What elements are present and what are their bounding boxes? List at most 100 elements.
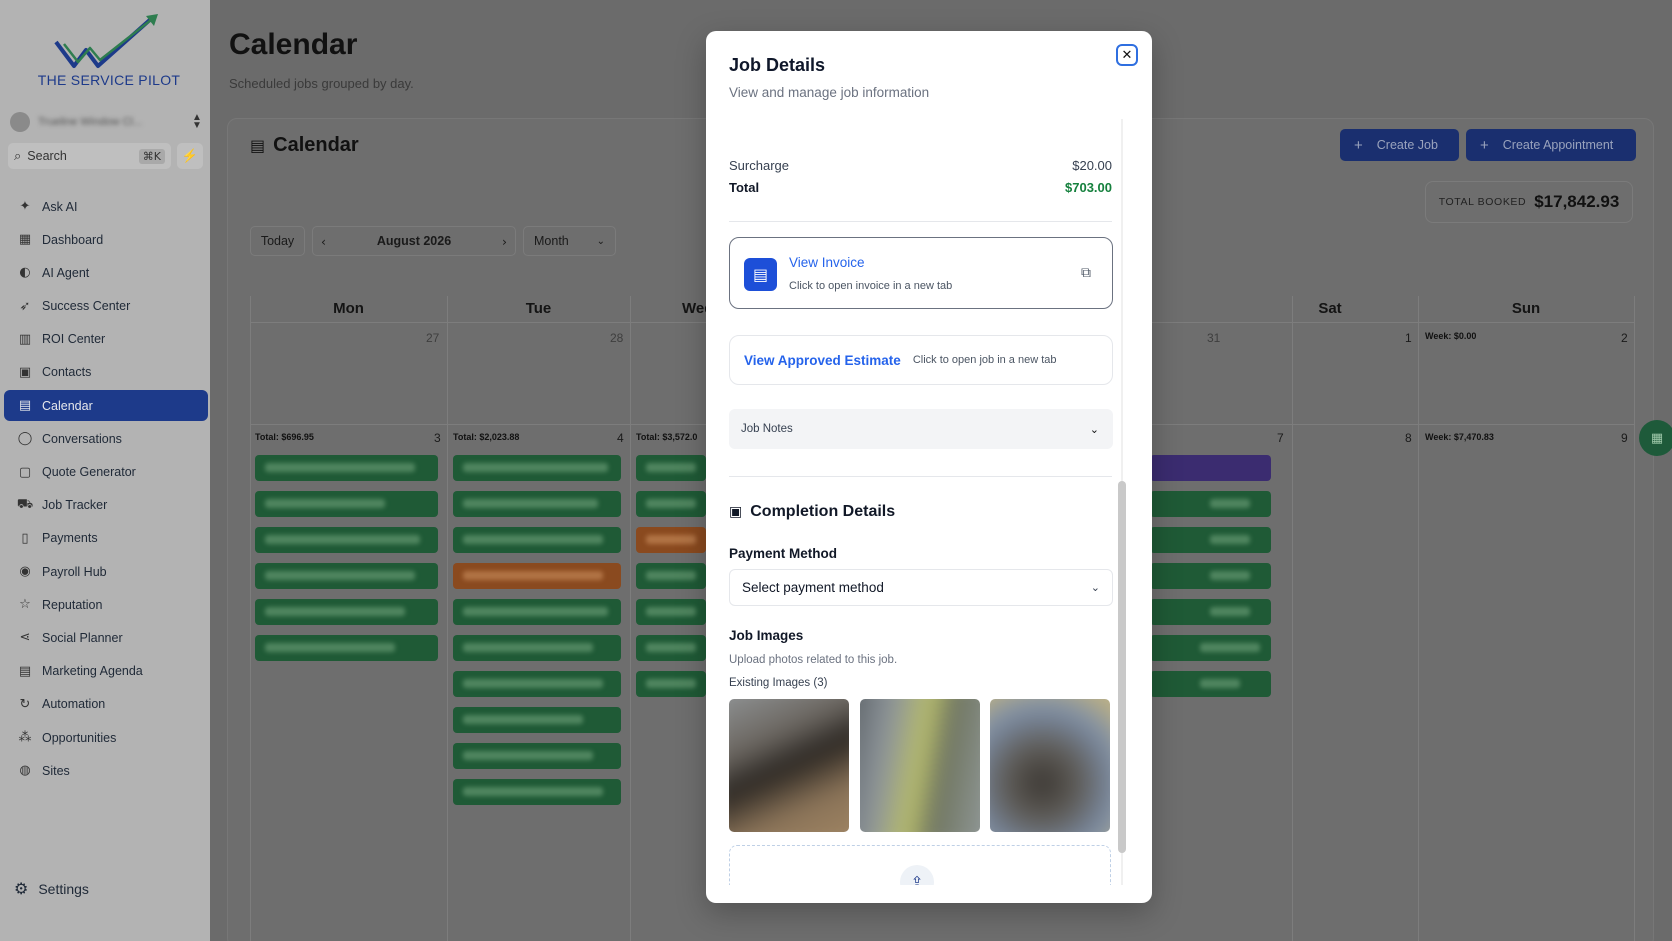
chevron-right-icon[interactable]: › <box>502 234 507 249</box>
calendar-event[interactable] <box>255 527 438 553</box>
date-number[interactable]: 4 <box>617 431 624 445</box>
chevron-left-icon[interactable]: ‹ <box>321 234 326 249</box>
calendar-event[interactable] <box>636 455 706 481</box>
calendar-event[interactable] <box>453 491 621 517</box>
chevron-down-icon: ⌄ <box>1090 581 1100 594</box>
calendar-event[interactable] <box>1150 455 1271 481</box>
sidebar-item-calendar[interactable]: ▤ Calendar <box>4 390 208 422</box>
calendar-event[interactable] <box>453 599 621 625</box>
calendar-event[interactable] <box>453 671 621 697</box>
calendar-event[interactable] <box>636 635 706 661</box>
sidebar-item-reputation[interactable]: ☆ Reputation <box>4 589 208 620</box>
sidebar-item-opportunities[interactable]: ⁂ Opportunities <box>4 722 208 753</box>
date-number[interactable]: 2 <box>1621 331 1628 345</box>
calendar-event[interactable] <box>453 635 621 661</box>
date-number[interactable]: 7 <box>1277 431 1284 445</box>
sidebar-item-label: Quote Generator <box>42 465 136 479</box>
calendar-event[interactable] <box>1150 635 1271 661</box>
date-number[interactable]: 9 <box>1621 431 1628 445</box>
sidebar-item-dashboard[interactable]: ▦ Dashboard <box>4 224 208 255</box>
sidebar-item-label: AI Agent <box>42 265 90 280</box>
sidebar-item-payroll-hub[interactable]: ◉ Payroll Hub <box>4 556 208 587</box>
logo[interactable]: THE SERVICE PILOT <box>34 14 184 94</box>
sidebar-item-contacts[interactable]: ▣ Contacts <box>4 357 208 388</box>
account-switcher[interactable]: Trueline Window Cl... ▲ ▼ <box>8 110 204 134</box>
calendar-event[interactable] <box>255 635 438 661</box>
view-invoice-card[interactable]: ▤ View Invoice Click to open invoice in … <box>729 237 1113 309</box>
date-number[interactable]: 3 <box>434 431 441 445</box>
job-notes-accordion[interactable]: Job Notes ⌄ <box>729 409 1113 449</box>
calendar-heading-text: Calendar <box>273 134 359 156</box>
calendar-event[interactable] <box>255 491 438 517</box>
sidebar-item-settings[interactable]: ⚙ Settings <box>14 879 89 898</box>
calendar-event[interactable] <box>636 527 706 553</box>
modal-scroll-body[interactable]: Surcharge $20.00 Total $703.00 ▤ View In… <box>706 119 1152 885</box>
sidebar: THE SERVICE PILOT Trueline Window Cl... … <box>0 0 210 941</box>
sidebar-item-social-planner[interactable]: ⋖ Social Planner <box>4 622 208 653</box>
close-icon[interactable]: ✕ <box>1116 44 1138 66</box>
date-number[interactable]: 8 <box>1405 431 1412 445</box>
completion-details-text: Completion Details <box>750 503 896 520</box>
gear-icon: ⚙ <box>14 879 29 898</box>
calendar-event[interactable] <box>453 707 621 733</box>
logo-text: THE SERVICE PILOT <box>37 72 181 88</box>
create-appointment-button[interactable]: + Create Appointment <box>1466 129 1636 161</box>
view-estimate-card[interactable]: View Approved Estimate Click to open job… <box>729 335 1113 385</box>
calendar-event[interactable] <box>636 599 706 625</box>
sidebar-item-payments[interactable]: ▯ Payments <box>4 523 208 554</box>
today-button[interactable]: Today <box>250 226 305 256</box>
calendar-event[interactable] <box>636 563 706 589</box>
date-number[interactable]: 28 <box>610 331 623 345</box>
modal-title: Job Details <box>729 55 826 75</box>
date-number[interactable]: 1 <box>1405 331 1412 345</box>
sidebar-item-label: Reputation <box>42 597 103 612</box>
calendar-event[interactable] <box>453 455 621 481</box>
calendar-event[interactable] <box>453 779 621 805</box>
calendar-event[interactable] <box>1150 527 1271 553</box>
sidebar-item-label: Automation <box>42 697 106 712</box>
calendar-event[interactable] <box>255 563 438 589</box>
sidebar-item-job-tracker[interactable]: ⛟ Job Tracker <box>4 490 208 521</box>
date-number[interactable]: 27 <box>426 331 439 345</box>
calendar-event[interactable] <box>1150 671 1271 697</box>
sidebar-item-label: Conversations <box>42 431 122 446</box>
sidebar-item-conversations[interactable]: ◯ Conversations <box>4 423 208 454</box>
total-booked-badge: TOTAL BOOKED $17,842.93 <box>1425 181 1633 223</box>
job-image-thumbnail[interactable] <box>860 699 980 832</box>
sidebar-item-roi-center[interactable]: ▥ ROI Center <box>4 324 208 355</box>
create-job-button[interactable]: + Create Job <box>1340 129 1459 161</box>
modal-scrollbar[interactable] <box>1117 119 1127 885</box>
view-select[interactable]: Month ⌄ <box>523 226 616 256</box>
total-row: Total $703.00 <box>729 180 1112 195</box>
sidebar-item-quote-generator[interactable]: ▢ Quote Generator <box>4 457 208 488</box>
sidebar-item-ask-ai[interactable]: ✦ Ask AI <box>4 191 208 222</box>
calendar-event[interactable] <box>255 455 438 481</box>
view-estimate-link[interactable]: View Approved Estimate <box>744 353 901 368</box>
day-total: Total: $2,023.88 <box>453 432 520 442</box>
job-image-thumbnail[interactable] <box>990 699 1110 832</box>
sidebar-item-success-center[interactable]: ➶ Success Center <box>4 291 208 322</box>
calendar-event[interactable] <box>1150 563 1271 589</box>
sidebar-item-sites[interactable]: ◍ Sites <box>4 755 208 786</box>
calendar-event[interactable] <box>1150 599 1271 625</box>
payment-method-select[interactable]: Select payment method ⌄ <box>729 569 1113 606</box>
view-invoice-link[interactable]: View Invoice <box>789 255 865 270</box>
side-panel-toggle-icon[interactable]: ▦ <box>1639 420 1672 456</box>
calendar-event[interactable] <box>255 599 438 625</box>
search-input[interactable]: ⌕ Search ⌘K <box>8 143 171 169</box>
sidebar-item-ai-agent[interactable]: ◐ AI Agent <box>4 257 208 288</box>
sidebar-item-automation[interactable]: ↻ Automation <box>4 689 208 720</box>
sidebar-item-marketing-agenda[interactable]: ▤ Marketing Agenda <box>4 656 208 687</box>
calendar-event[interactable] <box>453 563 621 589</box>
calendar-event[interactable] <box>1150 491 1271 517</box>
calendar-event[interactable] <box>453 527 621 553</box>
job-image-thumbnail[interactable] <box>729 699 849 832</box>
calendar-event[interactable] <box>453 743 621 769</box>
quick-action-bolt-icon[interactable]: ⚡ <box>177 143 203 169</box>
calendar-event[interactable] <box>636 671 706 697</box>
scrollbar-thumb[interactable] <box>1118 481 1126 853</box>
image-upload-dropzone[interactable]: ⇪ <box>729 845 1111 885</box>
sidebar-item-label: Social Planner <box>42 630 123 645</box>
date-number[interactable]: 31 <box>1207 331 1220 345</box>
calendar-event[interactable] <box>636 491 706 517</box>
